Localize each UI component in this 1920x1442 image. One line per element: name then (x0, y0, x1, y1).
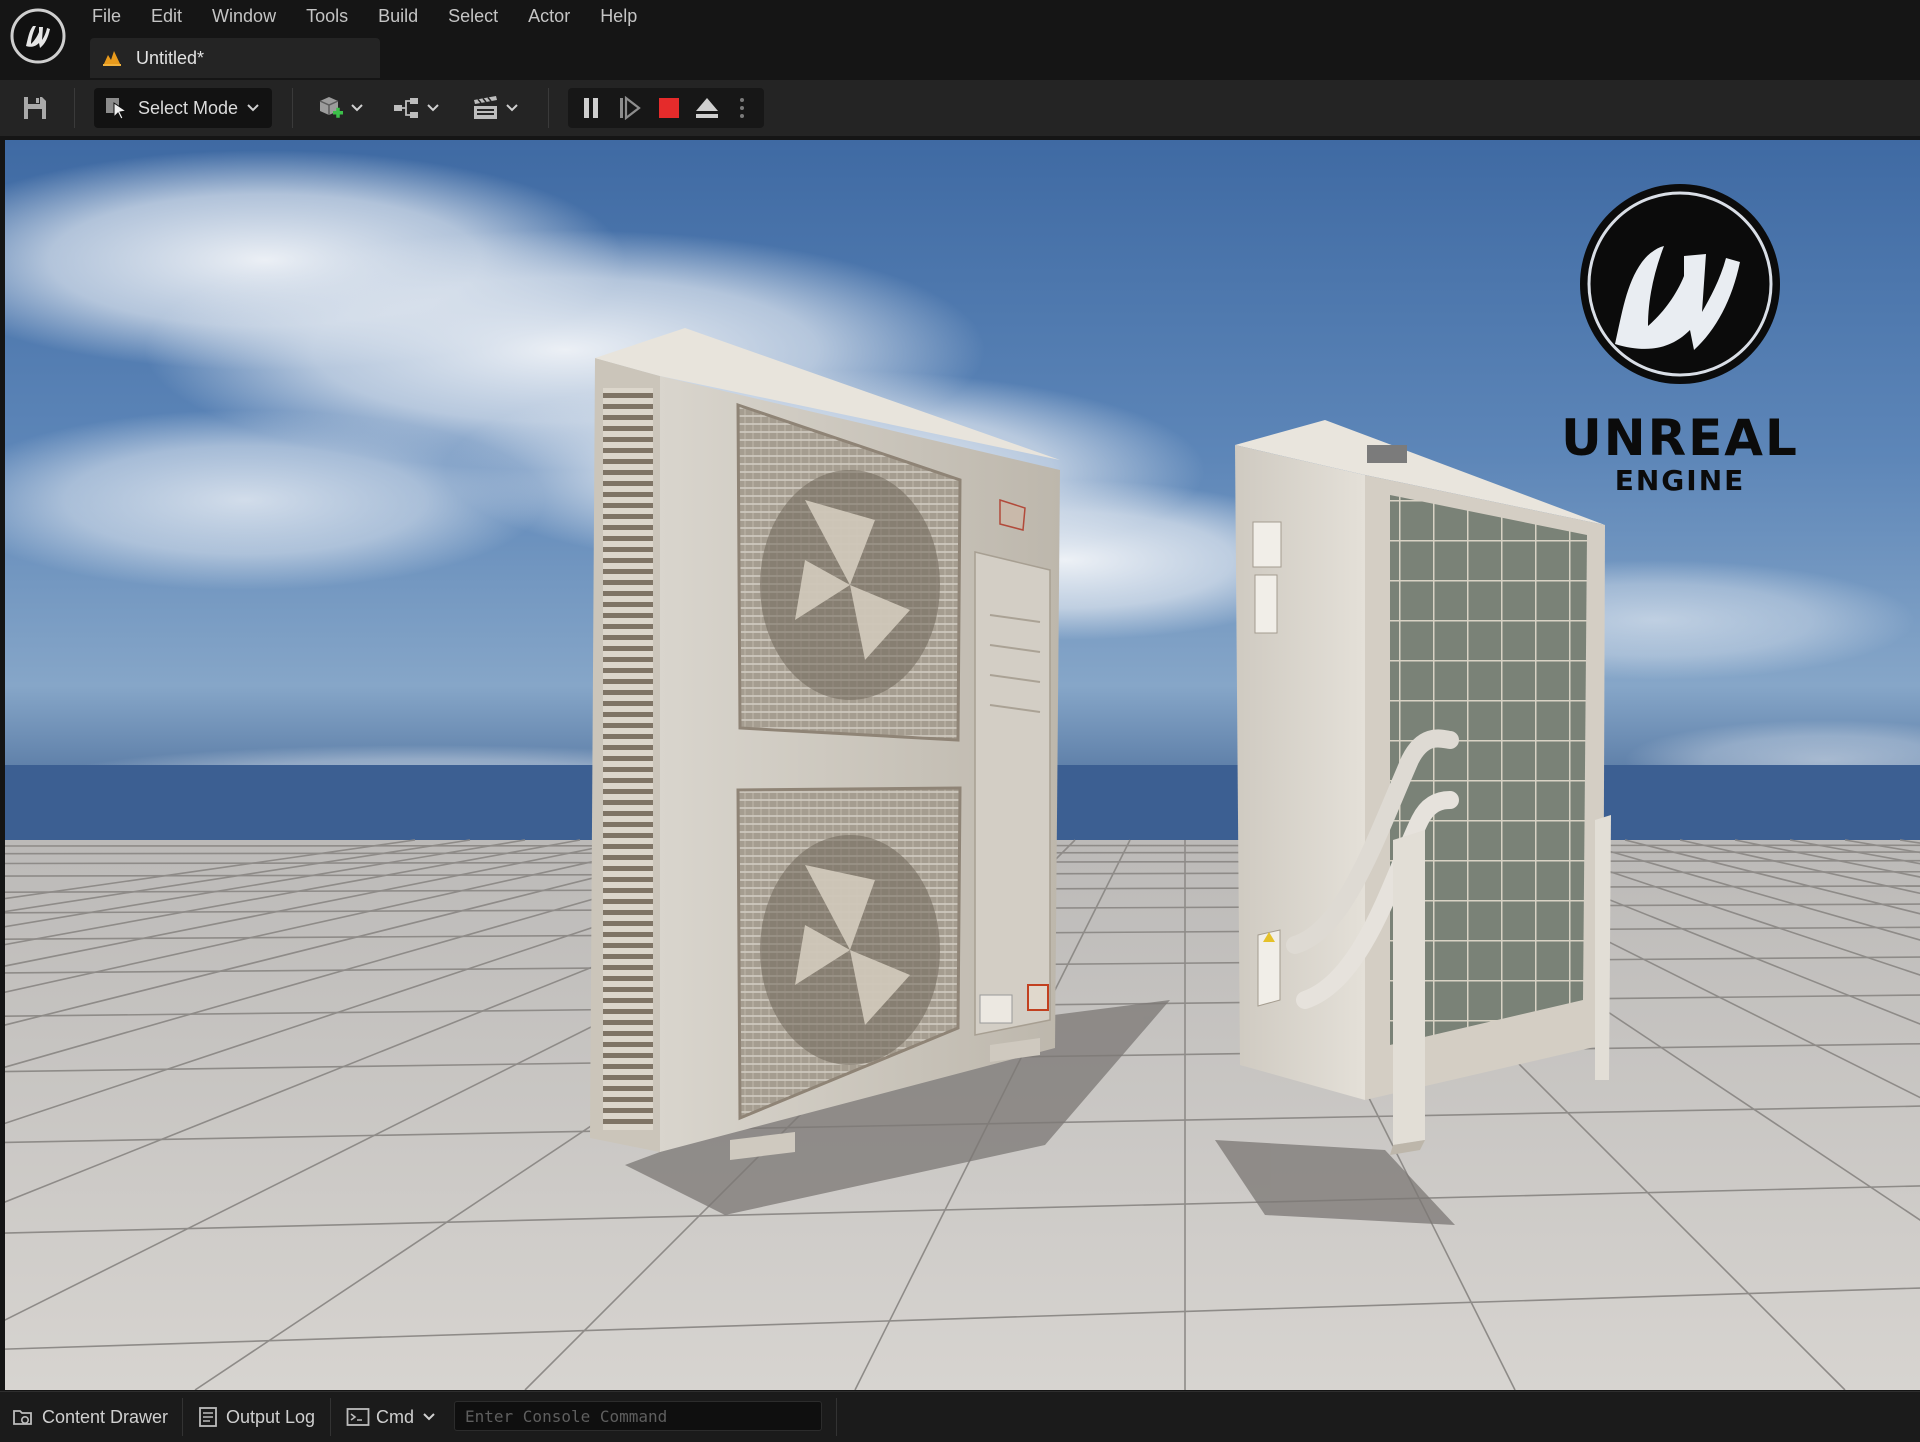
pause-button[interactable] (572, 88, 610, 128)
menu-bar: File Edit Window Tools Build Select Acto… (92, 2, 667, 30)
unreal-logo-icon[interactable] (9, 7, 67, 65)
statusbar-separator (182, 1398, 183, 1436)
blueprints-button[interactable] (388, 90, 444, 126)
chevron-down-icon (506, 104, 518, 112)
menu-edit[interactable]: Edit (151, 2, 182, 30)
eject-icon (696, 98, 718, 118)
toolbar-separator (548, 88, 549, 128)
add-actor-icon (319, 97, 343, 118)
play-controls (568, 88, 764, 128)
chevron-down-icon (427, 104, 439, 112)
menu-file[interactable]: File (92, 2, 121, 30)
cinematics-button[interactable] (466, 90, 524, 126)
statusbar-separator (330, 1398, 331, 1436)
cmd-dropdown[interactable]: Cmd (346, 1400, 436, 1434)
stop-icon (659, 98, 679, 118)
menu-select[interactable]: Select (448, 2, 498, 30)
level-tab-label: Untitled* (136, 47, 205, 68)
menu-tools[interactable]: Tools (306, 2, 348, 30)
console-command-input[interactable] (454, 1401, 822, 1431)
blueprint-icon (394, 98, 418, 118)
status-bar: Content Drawer Output Log Cmd (0, 1391, 1920, 1442)
output-log-icon (199, 1407, 217, 1427)
step-frame-icon (620, 96, 641, 120)
select-mode-icon (106, 98, 128, 120)
menu-build[interactable]: Build (378, 2, 418, 30)
main-toolbar: Select Mode (0, 80, 1920, 136)
add-actor-button[interactable] (312, 90, 368, 126)
level-viewport[interactable]: UNREAL ENGINE (5, 140, 1920, 1390)
pause-icon (584, 98, 598, 118)
menu-actor[interactable]: Actor (528, 2, 570, 30)
toolbar-separator (74, 88, 75, 128)
ac-unit-right (1235, 420, 1611, 1155)
eject-button[interactable] (688, 88, 726, 128)
chevron-down-icon (247, 104, 259, 112)
level-tab[interactable]: Untitled* (90, 38, 380, 78)
step-frame-button[interactable] (610, 88, 648, 128)
save-icon (24, 97, 46, 119)
more-options-icon (740, 98, 744, 118)
content-drawer-button[interactable]: Content Drawer (12, 1400, 168, 1434)
play-options-button[interactable] (724, 88, 760, 128)
statusbar-separator (836, 1398, 837, 1436)
cinematics-icon (474, 96, 497, 119)
content-drawer-icon (13, 1410, 32, 1425)
save-button[interactable] (18, 92, 52, 124)
content-drawer-label: Content Drawer (42, 1406, 169, 1427)
level-icon (103, 51, 121, 66)
engine-wordmark: ENGINE (1614, 464, 1746, 497)
title-bar: File Edit Window Tools Build Select Acto… (0, 0, 1920, 80)
toolbar-separator (292, 88, 293, 128)
chevron-down-icon (423, 1413, 435, 1421)
output-log-label: Output Log (226, 1406, 316, 1427)
stop-button[interactable] (650, 88, 688, 128)
output-log-button[interactable]: Output Log (198, 1400, 315, 1434)
select-mode-dropdown[interactable]: Select Mode (94, 88, 272, 128)
menu-window[interactable]: Window (212, 2, 276, 30)
unreal-wordmark: UNREAL (1561, 409, 1799, 467)
terminal-icon (346, 1408, 370, 1426)
chevron-down-icon (351, 104, 363, 112)
menu-help[interactable]: Help (600, 2, 637, 30)
cmd-label: Cmd (376, 1406, 415, 1427)
select-mode-label: Select Mode (138, 97, 239, 118)
